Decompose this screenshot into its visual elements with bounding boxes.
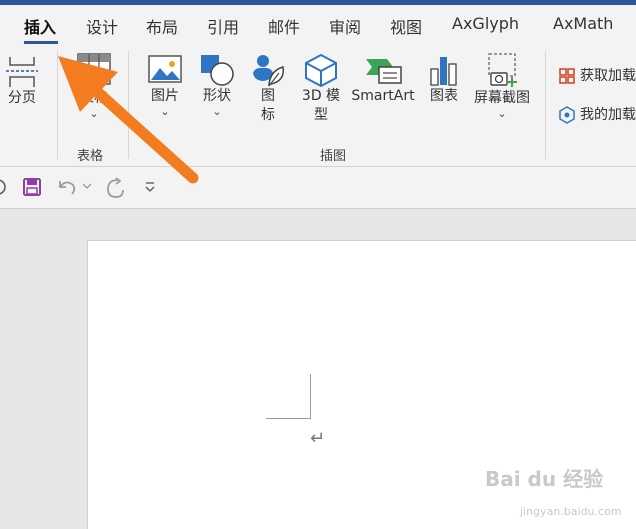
addin-hexagon-icon [559,106,575,124]
3d-models-button[interactable]: 3D 模 型 [298,53,344,125]
page-break-icon [6,57,38,87]
smartart-button[interactable]: SmartArt [347,53,419,106]
my-addins-label: 我的加载 [580,107,636,123]
chevron-down-icon: ⌄ [160,105,170,118]
shapes-label: 形状 [203,88,231,104]
customize-toolbar-icon[interactable] [144,181,156,193]
table-button[interactable]: 表格 ⌄ [72,51,116,120]
tab-axmath[interactable]: AxMath [553,14,613,33]
pictures-button[interactable]: 图片 ⌄ [145,53,185,118]
smartart-icon [366,59,402,84]
screenshot-label: 屏幕截图 [474,90,530,106]
tab-mailings[interactable]: 邮件 [268,14,300,38]
icons-label-line1: 图 [261,88,275,104]
get-addins-button[interactable]: 获取加载 [558,65,636,85]
pictures-label: 图片 [151,88,179,104]
table-label: 表格 [80,90,108,106]
watermark-url: jingyan.baidu.com [520,505,622,518]
undo-icon[interactable] [56,177,78,197]
picture-icon [148,55,182,83]
save-icon[interactable] [22,177,42,197]
shapes-icon [201,55,234,86]
my-addins-button[interactable]: 我的加载 [558,104,636,124]
page-break-button[interactable]: 分页 [2,53,42,108]
tab-insert[interactable]: 插入 [24,14,56,38]
chart-button[interactable]: 图表 [424,53,464,106]
icons-duck-leaf-icon [253,55,284,87]
paragraph-mark: ↵ [310,428,326,449]
group-label-tables: 表格 [77,149,104,164]
screenshot-camera-icon [488,53,517,87]
tab-review[interactable]: 审阅 [329,14,361,38]
group-divider [128,51,129,159]
watermark-logo: Bai du 经验 [485,467,604,491]
chevron-down-icon: ⌄ [212,105,222,118]
tab-references[interactable]: 引用 [207,14,239,38]
chevron-down-icon: ⌄ [497,107,507,120]
margin-marker-vertical [310,374,311,419]
tab-view[interactable]: 视图 [390,14,422,38]
page-break-label: 分页 [8,90,36,106]
3d-models-label-line1: 3D 模 [301,88,341,104]
3d-models-label-line2: 型 [314,107,328,123]
autosave-toggle-icon[interactable] [0,177,10,197]
store-grid-icon [559,68,575,84]
bar-chart-icon [430,57,457,86]
smartart-label: SmartArt [351,88,415,104]
tab-axglyph[interactable]: AxGlyph [452,14,519,33]
tab-design[interactable]: 设计 [86,14,118,38]
shapes-button[interactable]: 形状 ⌄ [196,53,238,118]
group-divider [545,51,546,159]
tab-layout[interactable]: 布局 [146,14,178,38]
chevron-down-icon: ⌄ [89,107,99,120]
icons-button[interactable]: 图 标 [248,53,288,125]
get-addins-label: 获取加载 [580,68,636,84]
redo-icon[interactable] [104,177,126,199]
cube-icon [305,53,337,87]
active-tab-indicator [24,41,58,44]
chart-label: 图表 [430,88,458,104]
ribbon-tab-bar: 插入 设计 布局 引用 邮件 审阅 视图 AxGlyph AxMath [0,5,636,45]
group-label-illustrations: 插图 [320,149,347,164]
icons-label-line2: 标 [261,107,275,123]
table-icon [77,53,111,85]
quick-access-toolbar [0,167,636,209]
group-divider [57,51,58,159]
ribbon-insert-panel: 分页 表格 ⌄ 表格 图片 ⌄ 形状 ⌄ 图 标 3D 模 型 SmartArt… [0,45,636,167]
margin-marker-horizontal [266,418,310,419]
screenshot-button[interactable]: 屏幕截图 ⌄ [470,51,534,120]
undo-dropdown-icon[interactable] [82,183,92,191]
